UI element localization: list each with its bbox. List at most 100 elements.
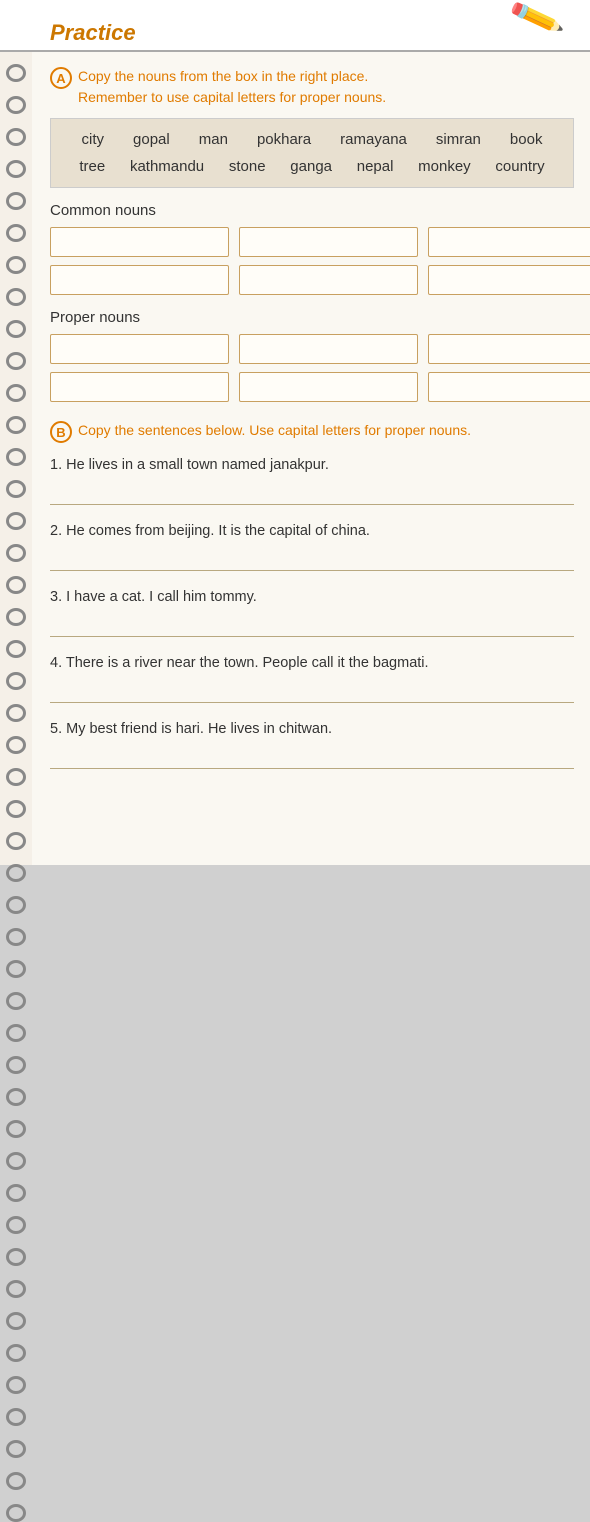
word-box: city gopal man pokhara ramayana simran b… <box>50 118 574 188</box>
write-line-1 <box>50 481 574 505</box>
spiral-ring <box>6 192 26 210</box>
spiral-ring <box>6 704 26 722</box>
spiral-binding <box>0 52 32 865</box>
spiral-ring <box>6 928 26 946</box>
spiral-ring <box>6 288 26 306</box>
proper-noun-input-2[interactable] <box>239 334 418 364</box>
spiral-ring <box>6 96 26 114</box>
spiral-ring <box>6 1408 26 1426</box>
spiral-ring <box>6 1504 26 1522</box>
spiral-ring <box>6 1184 26 1202</box>
spiral-ring <box>6 64 26 82</box>
spiral-ring <box>6 768 26 786</box>
section-b-header: B Copy the sentences below. Use capital … <box>50 420 574 443</box>
word-country: country <box>491 156 548 177</box>
sentence-text-5: 5. My best friend is hari. He lives in c… <box>50 721 574 737</box>
spiral-ring <box>6 1280 26 1298</box>
sentence-item-5: 5. My best friend is hari. He lives in c… <box>50 721 574 769</box>
write-line-5 <box>50 745 574 769</box>
proper-nouns-grid <box>50 334 574 402</box>
spiral-ring <box>6 608 26 626</box>
spiral-ring <box>6 1248 26 1266</box>
spiral-ring <box>6 256 26 274</box>
write-line-3 <box>50 613 574 637</box>
spiral-ring <box>6 672 26 690</box>
common-nouns-section: Common nouns <box>50 202 574 295</box>
section-a-header: A Copy the nouns from the box in the rig… <box>50 66 574 108</box>
common-noun-input-6[interactable] <box>239 265 418 295</box>
spiral-ring <box>6 1056 26 1074</box>
proper-nouns-row-1 <box>50 334 574 364</box>
word-book: book <box>506 129 547 150</box>
spiral-ring <box>6 480 26 498</box>
spiral-ring <box>6 576 26 594</box>
spiral-ring <box>6 448 26 466</box>
word-ganga: ganga <box>286 156 336 177</box>
word-monkey: monkey <box>414 156 475 177</box>
proper-noun-input-5[interactable] <box>50 372 229 402</box>
proper-noun-input-6[interactable] <box>239 372 418 402</box>
spiral-ring <box>6 896 26 914</box>
common-nouns-label: Common nouns <box>50 202 574 219</box>
spiral-ring <box>6 832 26 850</box>
sentences-list: 1. He lives in a small town named janakp… <box>50 457 574 769</box>
proper-noun-input-7[interactable] <box>428 372 590 402</box>
spiral-ring <box>6 544 26 562</box>
spiral-ring <box>6 1088 26 1106</box>
word-kathmandu: kathmandu <box>126 156 208 177</box>
word-row-2: tree kathmandu stone ganga nepal monkey … <box>67 156 557 177</box>
spiral-ring <box>6 128 26 146</box>
sentence-text-4: 4. There is a river near the town. Peopl… <box>50 655 574 671</box>
sentence-text-1: 1. He lives in a small town named janakp… <box>50 457 574 473</box>
word-city: city <box>78 129 109 150</box>
spiral-ring <box>6 384 26 402</box>
word-stone: stone <box>225 156 270 177</box>
pencil-icon: ✏️ <box>508 0 565 45</box>
page-title: Practice <box>50 20 136 46</box>
word-nepal: nepal <box>353 156 398 177</box>
spiral-ring <box>6 1152 26 1170</box>
spiral-ring <box>6 1440 26 1458</box>
spiral-ring <box>6 320 26 338</box>
spiral-ring <box>6 736 26 754</box>
spiral-ring <box>6 1216 26 1234</box>
section-a-instruction: Copy the nouns from the box in the right… <box>78 66 386 108</box>
common-noun-input-5[interactable] <box>50 265 229 295</box>
spiral-ring <box>6 864 26 882</box>
section-b-circle: B <box>50 421 72 443</box>
word-row-1: city gopal man pokhara ramayana simran b… <box>67 129 557 150</box>
word-gopal: gopal <box>129 129 174 150</box>
word-simran: simran <box>432 129 485 150</box>
common-noun-input-3[interactable] <box>428 227 590 257</box>
spiral-ring <box>6 640 26 658</box>
spiral-ring <box>6 224 26 242</box>
spiral-ring <box>6 1376 26 1394</box>
common-noun-input-1[interactable] <box>50 227 229 257</box>
write-line-4 <box>50 679 574 703</box>
sentence-text-2: 2. He comes from beijing. It is the capi… <box>50 523 574 539</box>
sentence-item-1: 1. He lives in a small town named janakp… <box>50 457 574 505</box>
spiral-ring <box>6 1312 26 1330</box>
section-b: B Copy the sentences below. Use capital … <box>50 420 574 769</box>
spiral-ring <box>6 160 26 178</box>
common-nouns-grid <box>50 227 574 295</box>
spiral-ring <box>6 416 26 434</box>
proper-noun-input-3[interactable] <box>428 334 590 364</box>
sentence-item-4: 4. There is a river near the town. Peopl… <box>50 655 574 703</box>
section-a-circle: A <box>50 67 72 89</box>
common-nouns-row-2 <box>50 265 574 295</box>
word-man: man <box>195 129 232 150</box>
sentence-item-2: 2. He comes from beijing. It is the capi… <box>50 523 574 571</box>
write-line-2 <box>50 547 574 571</box>
proper-noun-input-1[interactable] <box>50 334 229 364</box>
sentence-item-3: 3. I have a cat. I call him tommy. <box>50 589 574 637</box>
main-content: A Copy the nouns from the box in the rig… <box>36 52 590 807</box>
proper-nouns-row-2 <box>50 372 574 402</box>
proper-nouns-section: Proper nouns <box>50 309 574 402</box>
spiral-ring <box>6 352 26 370</box>
word-pokhara: pokhara <box>253 129 315 150</box>
spiral-ring <box>6 800 26 818</box>
spiral-ring <box>6 512 26 530</box>
common-noun-input-7[interactable] <box>428 265 590 295</box>
common-noun-input-2[interactable] <box>239 227 418 257</box>
